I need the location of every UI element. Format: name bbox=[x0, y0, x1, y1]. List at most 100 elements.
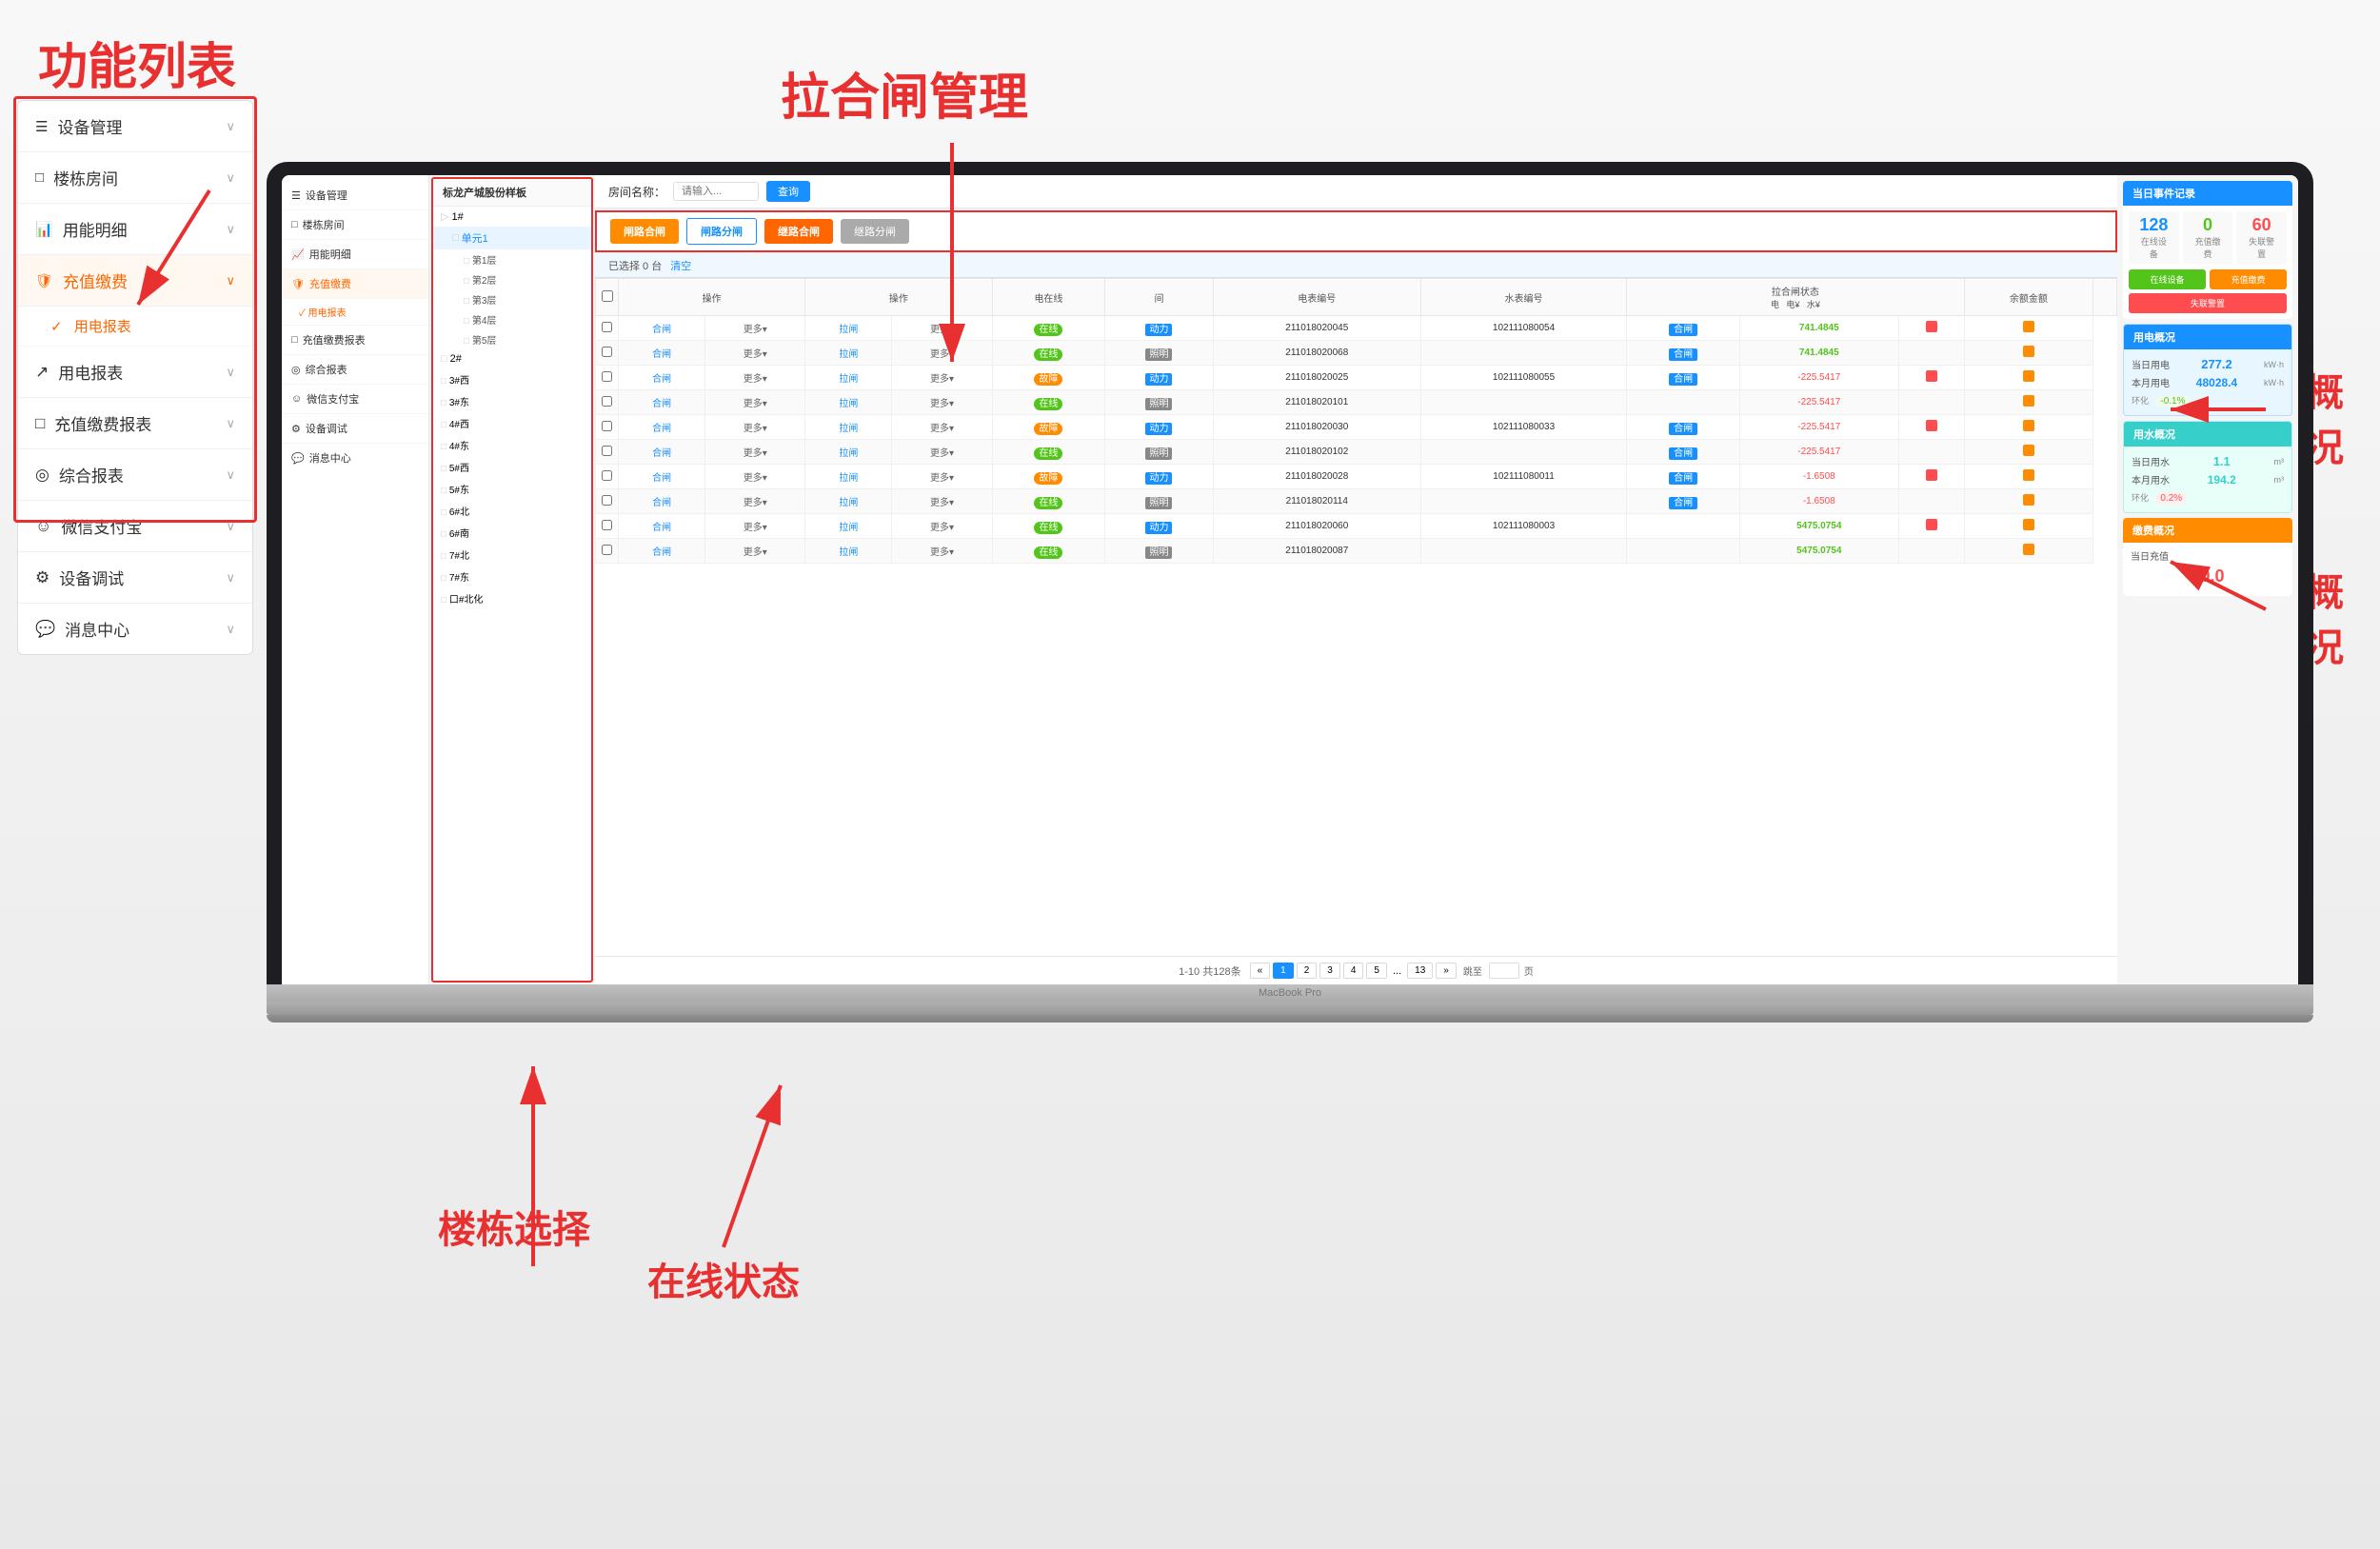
sidebar-item-debug[interactable]: ⚙ 设备调试 ∨ bbox=[18, 552, 252, 604]
more-action-3[interactable]: 更多▾ bbox=[744, 349, 767, 360]
page-2[interactable]: 2 bbox=[1297, 963, 1318, 979]
search-button[interactable]: 查询 bbox=[766, 181, 810, 202]
inner-sidebar-building[interactable]: □楼栋房间 bbox=[282, 210, 428, 240]
sidebar-item-building[interactable]: □ 楼栋房间 ∨ bbox=[18, 152, 252, 204]
inner-sidebar-comprehensive[interactable]: ◎综合报表 bbox=[282, 355, 428, 385]
select-all-checkbox[interactable] bbox=[602, 290, 613, 302]
sidebar-item-comprehensive[interactable]: ◎ 综合报表 ∨ bbox=[18, 449, 252, 501]
inner-sidebar-recharge[interactable]: 🛡充值缴费 bbox=[282, 269, 428, 299]
open-gate-button[interactable]: 闸路分闸 bbox=[686, 218, 757, 245]
more-action2-5[interactable]: 更多▾ bbox=[930, 424, 954, 434]
event-btn-alert[interactable]: 失联警置 bbox=[2129, 293, 2287, 313]
more-action-1[interactable]: 更多▾ bbox=[744, 325, 767, 335]
search-input[interactable] bbox=[673, 182, 759, 201]
more-action2-6[interactable]: 更多▾ bbox=[930, 448, 954, 459]
tree-item-5e[interactable]: □ 5#东 bbox=[433, 478, 591, 500]
close-action-2[interactable]: 合闸 bbox=[652, 349, 671, 360]
tree-item-1f[interactable]: ▷1# bbox=[433, 207, 591, 227]
tree-item-2f[interactable]: □2# bbox=[433, 349, 591, 368]
page-jump-input[interactable] bbox=[1489, 963, 1519, 979]
more-action-13[interactable]: 更多▾ bbox=[744, 473, 767, 484]
row-checkbox-1[interactable] bbox=[602, 322, 612, 332]
tree-item-7n[interactable]: □ 7#北 bbox=[433, 544, 591, 566]
pull-action-8[interactable]: 拉闸 bbox=[839, 498, 858, 508]
sidebar-item-energy[interactable]: 📊 用能明细 ∨ bbox=[18, 204, 252, 255]
more-action2-2[interactable]: 更多▾ bbox=[930, 349, 954, 360]
row-checkbox-2[interactable] bbox=[602, 347, 612, 357]
tree-item-3w[interactable]: □ 3#西 bbox=[433, 368, 591, 390]
close-action-4[interactable]: 合闸 bbox=[652, 399, 671, 409]
row-checkbox-5[interactable] bbox=[602, 421, 612, 431]
tree-item-3e[interactable]: □ 3#东 bbox=[433, 390, 591, 412]
pull-action-6[interactable]: 拉闸 bbox=[839, 448, 858, 459]
clear-link[interactable]: 清空 bbox=[670, 261, 691, 272]
more-action2-9[interactable]: 更多▾ bbox=[930, 523, 954, 533]
tree-item-f5[interactable]: □ 第5层 bbox=[433, 329, 591, 349]
page-13[interactable]: 13 bbox=[1407, 963, 1433, 979]
tree-item-5w[interactable]: □ 5#西 bbox=[433, 456, 591, 478]
reset-gate-button[interactable]: 继路分闸 bbox=[841, 219, 909, 244]
pull-action-10[interactable]: 拉闸 bbox=[839, 547, 858, 558]
sidebar-sub-ele[interactable]: ✓ 用电报表 bbox=[18, 307, 252, 347]
tree-item-6n[interactable]: □ 6#北 bbox=[433, 500, 591, 522]
pull-action-3[interactable]: 拉闸 bbox=[839, 374, 858, 385]
next-page[interactable]: » bbox=[1436, 963, 1457, 979]
sidebar-item-message[interactable]: 💬 消息中心 ∨ bbox=[18, 604, 252, 654]
more-action2-4[interactable]: 更多▾ bbox=[930, 399, 954, 409]
inner-sidebar-elereport-sub[interactable]: ✓ 用电报表 bbox=[282, 299, 428, 326]
row-checkbox-10[interactable] bbox=[602, 545, 612, 555]
more-action2-1[interactable]: 更多▾ bbox=[930, 325, 954, 335]
tree-item-4s[interactable]: □ 4#西 bbox=[433, 412, 591, 434]
row-checkbox-7[interactable] bbox=[602, 470, 612, 481]
close-action-5[interactable]: 合闸 bbox=[652, 424, 671, 434]
close-action-6[interactable]: 合闸 bbox=[652, 448, 671, 459]
inner-sidebar-debug[interactable]: ⚙设备调试 bbox=[282, 414, 428, 444]
tree-item-f1[interactable]: □ 第1层 bbox=[433, 249, 591, 269]
more-action2-7[interactable]: 更多▾ bbox=[930, 473, 954, 484]
sidebar-item-recharge[interactable]: 🛡 充值缴费 ∨ bbox=[18, 255, 252, 307]
inner-sidebar-energy[interactable]: 📈用能明细 bbox=[282, 240, 428, 269]
more-action-7[interactable]: 更多▾ bbox=[744, 399, 767, 409]
page-5[interactable]: 5 bbox=[1366, 963, 1387, 979]
restart-gate-button[interactable]: 继路合闸 bbox=[764, 219, 833, 244]
sidebar-item-rechargereport[interactable]: □ 充值缴费报表 ∨ bbox=[18, 398, 252, 449]
pull-action-5[interactable]: 拉闸 bbox=[839, 424, 858, 434]
more-action-9[interactable]: 更多▾ bbox=[744, 424, 767, 434]
sidebar-item-elereport[interactable]: ↗ 用电报表 ∨ bbox=[18, 347, 252, 398]
tree-item-7-3[interactable]: □ 口#北化 bbox=[433, 587, 591, 609]
pull-action-7[interactable]: 拉闸 bbox=[839, 473, 858, 484]
close-action-1[interactable]: 合闸 bbox=[652, 325, 671, 335]
more-action-5[interactable]: 更多▾ bbox=[744, 374, 767, 385]
page-4[interactable]: 4 bbox=[1343, 963, 1364, 979]
inner-sidebar-device[interactable]: ☰设备管理 bbox=[282, 181, 428, 210]
more-action2-10[interactable]: 更多▾ bbox=[930, 547, 954, 558]
more-action-15[interactable]: 更多▾ bbox=[744, 498, 767, 508]
close-action-3[interactable]: 合闸 bbox=[652, 374, 671, 385]
row-checkbox-6[interactable] bbox=[602, 446, 612, 456]
inner-sidebar-message[interactable]: 💬消息中心 bbox=[282, 444, 428, 472]
more-action2-3[interactable]: 更多▾ bbox=[930, 374, 954, 385]
tree-item-4e[interactable]: □ 4#东 bbox=[433, 434, 591, 456]
row-checkbox-3[interactable] bbox=[602, 371, 612, 382]
row-checkbox-9[interactable] bbox=[602, 520, 612, 530]
row-checkbox-8[interactable] bbox=[602, 495, 612, 506]
tree-item-f2[interactable]: □ 第2层 bbox=[433, 269, 591, 289]
tree-item-6m[interactable]: □ 6#南 bbox=[433, 522, 591, 544]
page-1[interactable]: 1 bbox=[1273, 963, 1294, 979]
pull-action-9[interactable]: 拉闸 bbox=[839, 523, 858, 533]
close-action-8[interactable]: 合闸 bbox=[652, 498, 671, 508]
more-action2-8[interactable]: 更多▾ bbox=[930, 498, 954, 508]
inner-sidebar-report[interactable]: □充值缴费报表 bbox=[282, 326, 428, 355]
event-btn-online[interactable]: 在线设备 bbox=[2129, 269, 2206, 289]
close-action-10[interactable]: 合闸 bbox=[652, 547, 671, 558]
more-action-11[interactable]: 更多▾ bbox=[744, 448, 767, 459]
tree-item-7e[interactable]: □ 7#东 bbox=[433, 566, 591, 587]
tree-item-f3[interactable]: □ 第3层 bbox=[433, 289, 591, 309]
tree-item-unit1[interactable]: □单元1 bbox=[433, 227, 591, 249]
pull-action-2[interactable]: 拉闸 bbox=[839, 349, 858, 360]
pull-action-1[interactable]: 拉闸 bbox=[839, 325, 858, 335]
prev-page[interactable]: « bbox=[1250, 963, 1271, 979]
row-checkbox-4[interactable] bbox=[602, 396, 612, 407]
event-btn-charge[interactable]: 充值缴费 bbox=[2210, 269, 2287, 289]
more-action-17[interactable]: 更多▾ bbox=[744, 523, 767, 533]
